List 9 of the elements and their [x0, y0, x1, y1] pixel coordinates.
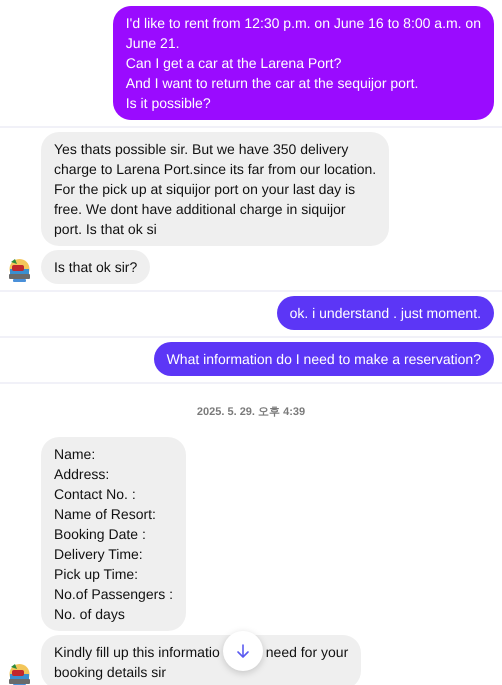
- message-bubble: Yes thats possible sir. But we have 350 delivery charge to Larena Port.since its far from our location. For the pick up at siquijor port on your last day is free. We dont have additional charge in siquijor port. Is that ok si: [41, 132, 390, 246]
- message-bubble: What information do I need to make a reservation?: [154, 342, 494, 376]
- scroll-down-button[interactable]: [222, 630, 263, 671]
- message-bubble: ok. i understand . just moment.: [276, 296, 494, 330]
- arrow-down-icon: [234, 642, 251, 659]
- message-bubble: I'd like to rent from 12:30 p.m. on June 16 to 8:00 a.m. on June 21. Can I get a car at the Larena Port? And I want to return the car at the sequijor port. Is it possible?: [112, 6, 494, 120]
- message-bubble: Is that ok sir?: [41, 250, 150, 284]
- message-bubble: Name: Address: Contact No. : Name of Resort: Booking Date : Delivery Time: Pick up Time: No.of Passengers : No. of days: [41, 437, 186, 631]
- timestamp: 2025. 5. 29. 오후 4:39: [196, 405, 306, 420]
